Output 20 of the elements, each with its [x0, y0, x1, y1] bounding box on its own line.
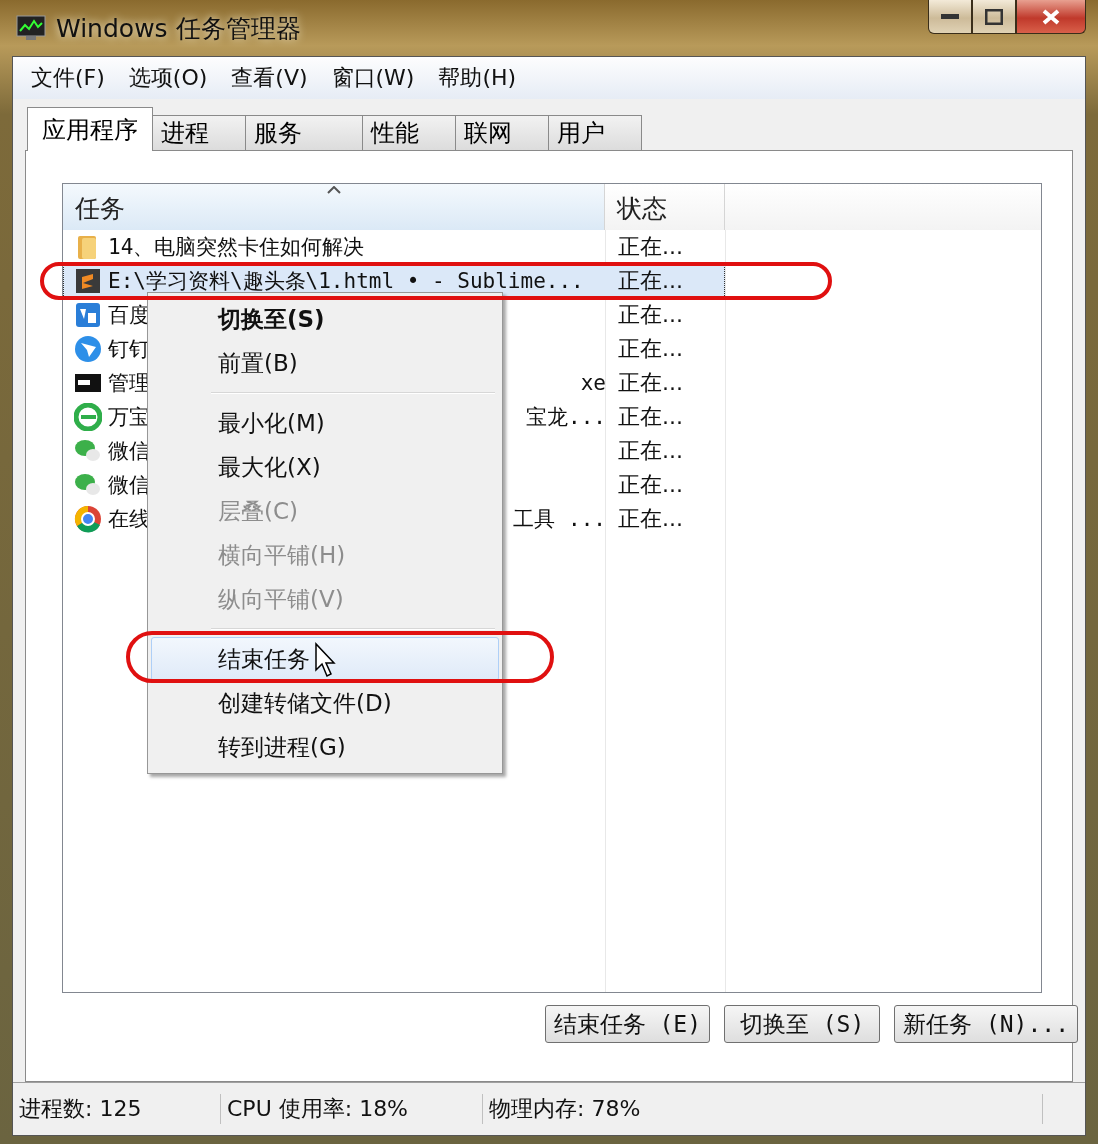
task-name: 宝龙... — [526, 404, 606, 431]
window-title: Windows 任务管理器 — [56, 12, 301, 45]
task-status: 正在... — [617, 437, 683, 465]
task-status: 正在... — [617, 335, 683, 363]
task-status: 正在... — [617, 403, 683, 431]
task-status: 正在... — [617, 369, 683, 397]
task-name: 14、电脑突然卡住如何解决 — [108, 234, 365, 261]
task-name: E:\学习资料\趣头条\1.html • - Sublime... — [108, 268, 584, 295]
status-text: 进程数: 125 — [13, 1094, 221, 1124]
task-status: 正在... — [617, 267, 683, 295]
task-name: 百度 — [108, 302, 150, 329]
task-status: 正在... — [617, 471, 683, 499]
task-status: 正在... — [617, 301, 683, 329]
task-name: xe — [580, 371, 606, 395]
status-text: CPU 使用率: 18% — [221, 1094, 483, 1124]
task-name: 钉钉 — [108, 336, 150, 363]
task-status: 正在... — [617, 233, 683, 261]
task-status: 正在... — [617, 505, 683, 533]
task-name: 工具 ... — [513, 506, 606, 533]
status-text: 物理内存: 78% — [483, 1094, 1043, 1124]
